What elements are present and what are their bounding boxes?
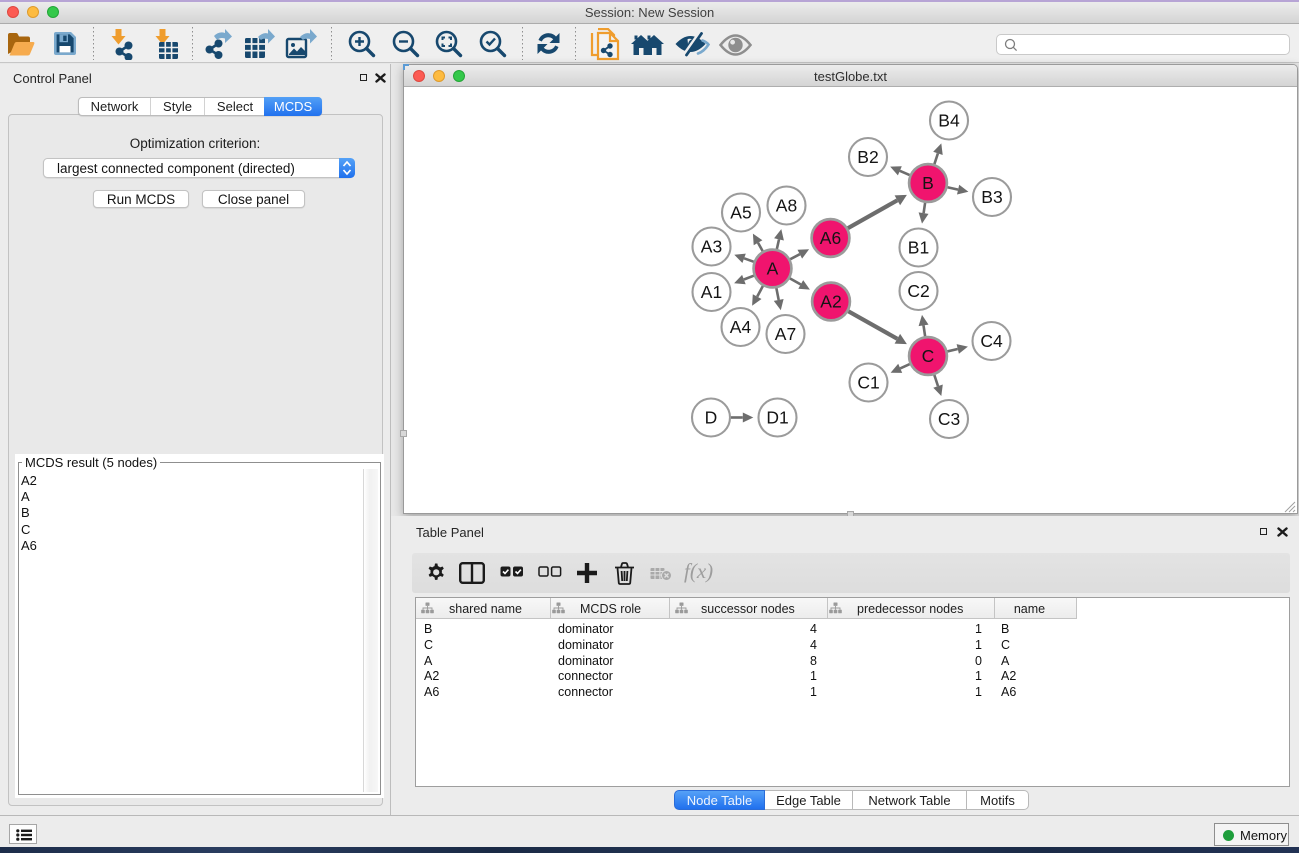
svg-text:C2: C2 <box>907 281 929 301</box>
svg-text:B2: B2 <box>857 147 878 167</box>
svg-text:B4: B4 <box>938 111 960 131</box>
svg-text:C3: C3 <box>938 409 960 429</box>
svg-text:A3: A3 <box>701 237 722 257</box>
svg-text:B: B <box>922 173 934 193</box>
svg-text:C1: C1 <box>857 373 879 393</box>
svg-text:A5: A5 <box>730 203 751 223</box>
svg-text:C: C <box>922 346 935 366</box>
svg-text:D: D <box>705 408 718 428</box>
svg-text:A1: A1 <box>701 282 722 302</box>
svg-text:B1: B1 <box>908 238 929 258</box>
svg-text:A8: A8 <box>776 196 797 216</box>
svg-text:D1: D1 <box>766 408 788 428</box>
svg-text:A7: A7 <box>775 324 796 344</box>
svg-text:A: A <box>767 259 779 279</box>
svg-text:A2: A2 <box>820 292 841 312</box>
svg-text:A6: A6 <box>820 228 841 248</box>
svg-text:B3: B3 <box>981 187 1002 207</box>
svg-text:C4: C4 <box>980 331 1003 351</box>
svg-text:A4: A4 <box>730 317 752 337</box>
